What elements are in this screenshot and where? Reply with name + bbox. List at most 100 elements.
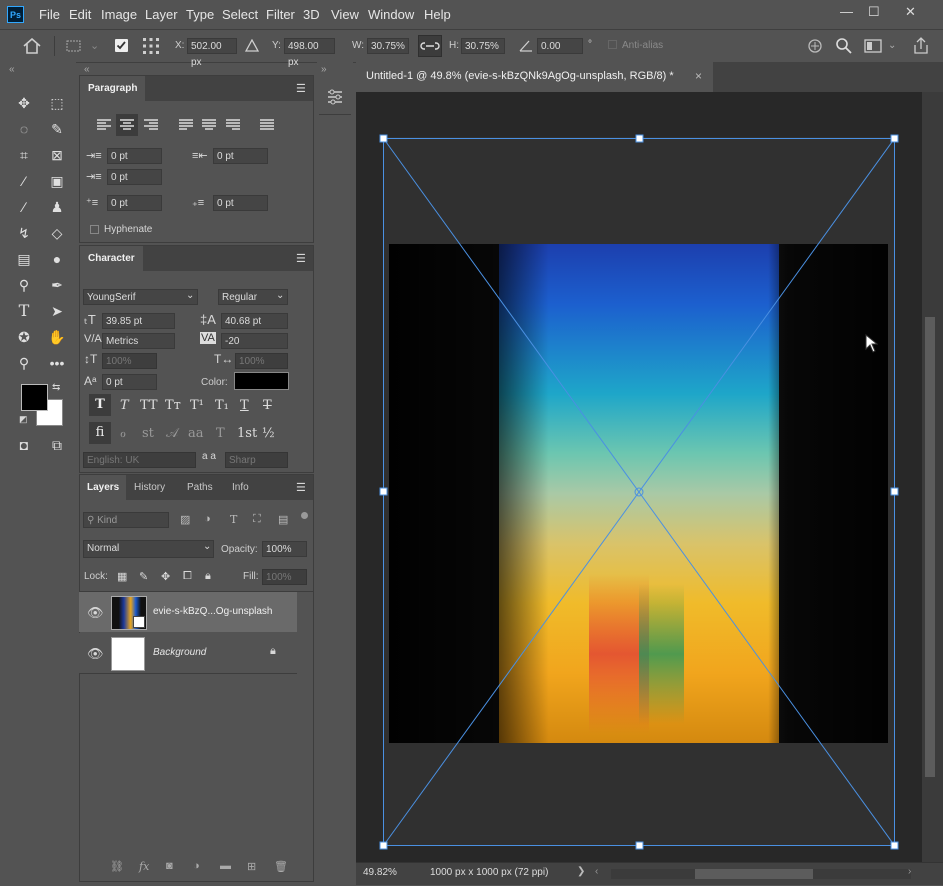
menu-3d[interactable]: 3D <box>303 7 320 22</box>
x-input[interactable]: 502.00 px <box>187 38 237 68</box>
link-layers-icon[interactable]: ⛓ <box>110 860 124 873</box>
more-tools-icon[interactable]: ••• <box>46 352 68 374</box>
trash-icon[interactable]: 🗑︎ <box>274 860 288 873</box>
expand-dock-icon[interactable]: » <box>321 64 327 75</box>
chevron-down-icon[interactable]: ⌄ <box>203 541 211 552</box>
old-style-icon[interactable]: ℴ <box>120 426 126 441</box>
space-before-input[interactable]: 0 pt <box>107 195 162 211</box>
brush-tool-icon[interactable]: ∕ <box>13 196 35 218</box>
align-right-icon[interactable] <box>143 118 159 132</box>
eyedropper-tool-icon[interactable]: ⁄ <box>13 170 35 192</box>
history-brush-tool-icon[interactable]: ↯ <box>13 222 35 244</box>
zoom-tool-icon[interactable]: ⚲ <box>13 352 35 374</box>
small-caps-icon[interactable]: Tт <box>165 398 181 413</box>
h-input[interactable]: 30.75% <box>461 38 505 54</box>
space-after-input[interactable]: 0 pt <box>213 195 268 211</box>
chevron-down-icon[interactable]: ⌄ <box>276 290 284 301</box>
menu-window[interactable]: Window <box>368 7 414 22</box>
menu-type[interactable]: Type <box>186 7 214 22</box>
font-family-select[interactable]: YoungSerif <box>83 289 198 305</box>
collapse-panels-icon[interactable]: « <box>84 64 90 75</box>
fractions-icon[interactable]: ½ <box>262 426 275 441</box>
all-caps-icon[interactable]: TT <box>140 398 158 413</box>
status-menu-icon[interactable]: ❯ <box>577 866 585 877</box>
indent-left-input[interactable]: 0 pt <box>107 148 162 164</box>
marquee-tool-icon[interactable]: ⬚ <box>46 92 68 114</box>
titling-alternates-icon[interactable]: T <box>216 426 225 441</box>
close-tab-icon[interactable]: × <box>695 69 702 83</box>
faux-bold-button[interactable]: T <box>89 394 111 416</box>
patch-tool-icon[interactable]: ▣ <box>46 170 68 192</box>
indent-right-input[interactable]: 0 pt <box>213 148 268 164</box>
zoom-level[interactable]: 49.82% <box>363 867 397 878</box>
default-colors-icon[interactable]: ◩ <box>19 414 28 425</box>
antialiasing-select[interactable]: Sharp <box>225 452 288 468</box>
photoshop-logo-icon[interactable]: Ps <box>7 6 24 23</box>
crop-tool-icon[interactable]: ⌗ <box>13 144 35 166</box>
filter-adjustment-icon[interactable]: ◑ <box>204 513 211 525</box>
blur-tool-icon[interactable]: ● <box>46 248 68 270</box>
dodge-tool-icon[interactable]: ⚲ <box>13 274 35 296</box>
new-group-icon[interactable]: ▬ <box>220 860 231 872</box>
path-select-tool-icon[interactable]: ➤ <box>46 300 68 322</box>
transform-bounding-box[interactable] <box>356 92 922 862</box>
restore-icon[interactable]: ☐ <box>868 4 880 20</box>
checkbox-icon[interactable] <box>114 38 129 53</box>
align-center-button[interactable] <box>116 114 138 136</box>
lock-position-icon[interactable]: ✥ <box>161 570 170 583</box>
tab-paragraph[interactable]: Paragraph <box>80 76 146 101</box>
indent-first-line-input[interactable]: 0 pt <box>107 169 162 185</box>
warp-icon[interactable] <box>806 37 826 55</box>
document-info[interactable]: 1000 px x 1000 px (72 ppi) <box>430 867 548 878</box>
document-tab[interactable]: Untitled-1 @ 49.8% (evie-s-kBzQNk9AgOg-u… <box>356 62 713 92</box>
justify-center-icon[interactable] <box>201 118 217 132</box>
filter-toggle-icon[interactable] <box>301 512 308 519</box>
home-icon[interactable] <box>23 38 41 54</box>
blend-mode-select[interactable]: Normal <box>83 540 214 558</box>
menu-filter[interactable]: Filter <box>266 7 295 22</box>
subscript-icon[interactable]: T₁ <box>215 398 229 413</box>
properties-icon[interactable] <box>326 88 344 106</box>
chevron-down-icon[interactable]: ⌄ <box>186 290 194 301</box>
eye-icon[interactable]: 👁︎ <box>87 605 104 621</box>
layer-row-background[interactable]: 👁︎ Background 🔒︎ <box>79 633 297 673</box>
share-icon[interactable] <box>911 36 931 56</box>
tab-paths[interactable]: Paths <box>187 475 213 500</box>
scroll-left-icon[interactable]: ‹ <box>595 866 598 877</box>
menu-edit[interactable]: Edit <box>69 7 91 22</box>
move-tool-icon[interactable]: ✥ <box>13 92 35 114</box>
vertical-scrollbar[interactable] <box>922 92 943 862</box>
tab-history[interactable]: History <box>134 475 165 500</box>
close-window-icon[interactable]: ✕ <box>905 4 916 20</box>
filter-type-icon[interactable]: T <box>230 513 237 526</box>
new-layer-icon[interactable]: ⊞ <box>247 860 256 873</box>
menu-select[interactable]: Select <box>222 7 258 22</box>
lock-all-icon[interactable]: 🔒︎ <box>205 570 211 583</box>
reference-point-icon[interactable] <box>141 36 161 56</box>
antialias-checkbox[interactable] <box>608 40 617 49</box>
layer-name[interactable]: Background <box>153 647 206 658</box>
w-input[interactable]: 30.75% <box>367 38 409 54</box>
filter-pixel-icon[interactable]: ▨ <box>180 513 190 526</box>
lock-artboard-icon[interactable]: ⧠ <box>183 570 192 583</box>
align-left-icon[interactable] <box>96 118 112 132</box>
opacity-input[interactable]: 100% <box>262 541 307 557</box>
pen-tool-icon[interactable]: ✒ <box>46 274 68 296</box>
eye-icon[interactable]: 👁︎ <box>87 646 104 662</box>
justify-all-icon[interactable] <box>259 118 275 132</box>
swap-colors-icon[interactable]: ⇆ <box>52 382 60 393</box>
tracking-select[interactable]: -20 <box>221 333 288 349</box>
tab-info[interactable]: Info <box>232 475 249 500</box>
panel-menu-icon[interactable]: ☰ <box>296 82 306 95</box>
workspace-icon[interactable] <box>864 38 882 54</box>
type-tool-icon[interactable]: T <box>13 300 35 322</box>
justify-right-icon[interactable] <box>225 118 241 132</box>
horizontal-scrollbar[interactable] <box>611 869 911 879</box>
vertical-scale-input[interactable]: 100% <box>102 353 157 369</box>
ordinals-icon[interactable]: 1st <box>237 426 257 441</box>
workspace-chevron-icon[interactable]: ⌄ <box>888 40 896 51</box>
superscript-icon[interactable]: T¹ <box>190 398 204 413</box>
layer-style-icon[interactable]: fx <box>139 860 149 873</box>
stamp-tool-icon[interactable]: ♟ <box>46 196 68 218</box>
add-mask-icon[interactable]: ◙ <box>166 860 173 872</box>
